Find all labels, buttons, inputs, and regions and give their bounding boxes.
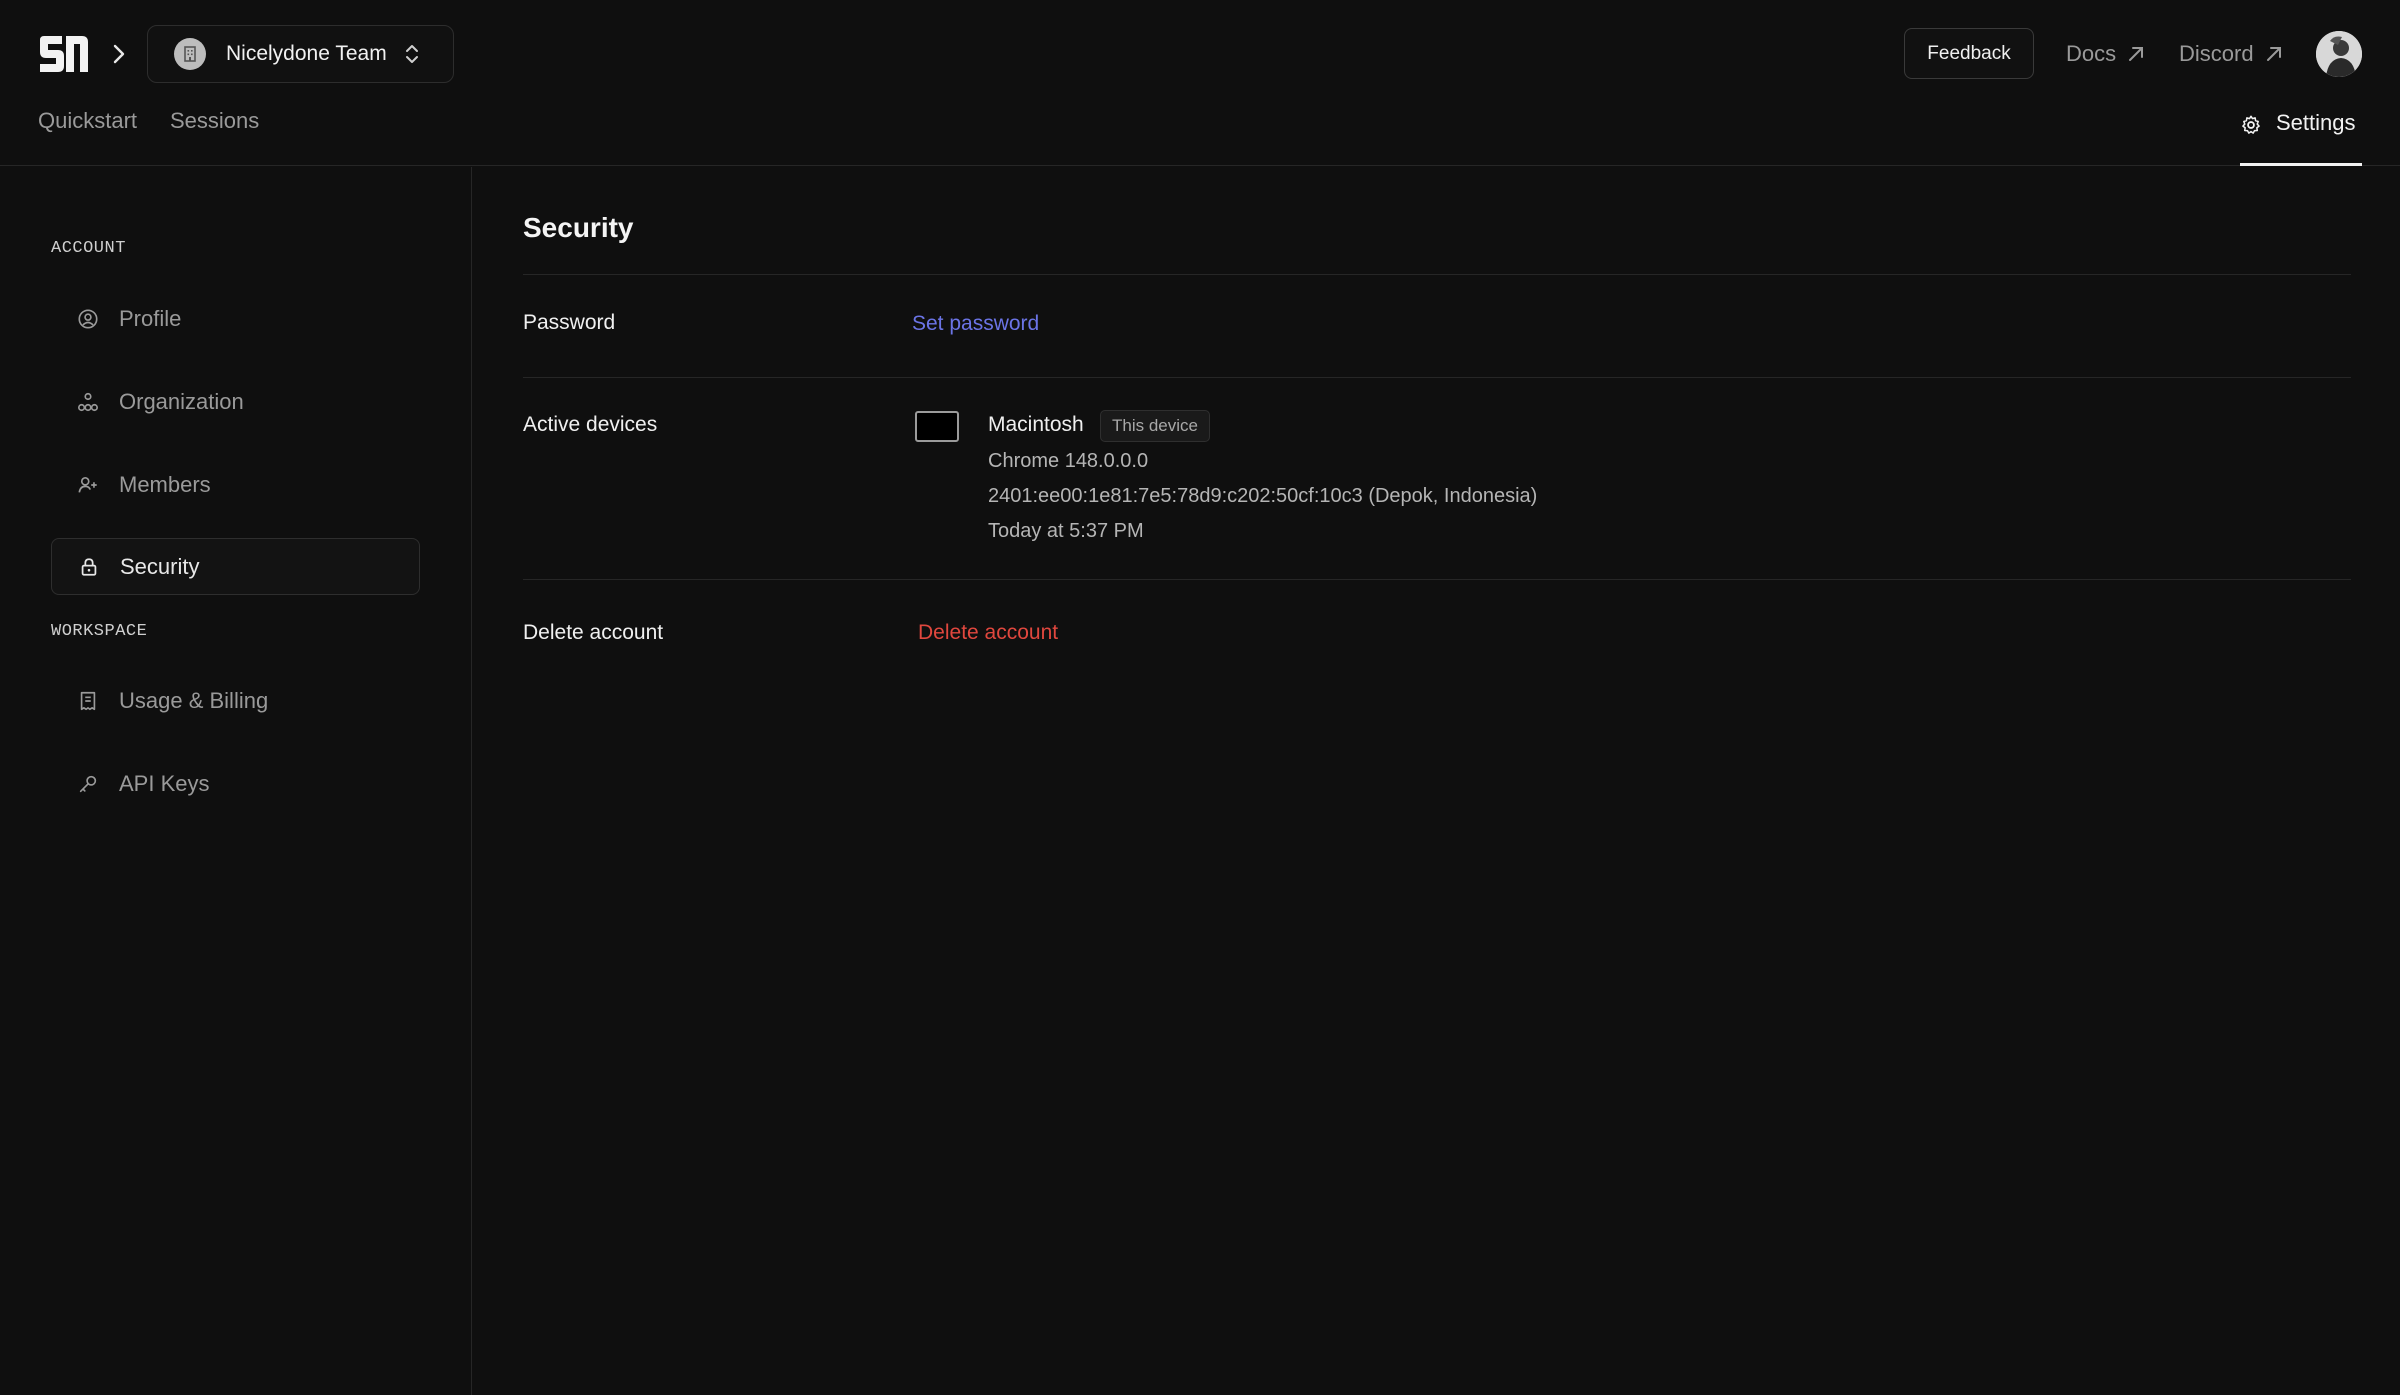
divider xyxy=(523,274,2351,275)
password-label: Password xyxy=(523,311,616,334)
sidebar-item-security[interactable]: Security xyxy=(51,538,420,595)
divider xyxy=(523,579,2351,580)
sidebar-item-label: API Keys xyxy=(119,770,210,796)
chevron-right-icon xyxy=(110,40,128,68)
discord-link[interactable]: Discord xyxy=(2179,38,2284,70)
organization-icon xyxy=(78,392,98,411)
device-browser: Chrome 148.0.0.0 xyxy=(988,450,1149,472)
sidebar-item-label: Members xyxy=(119,471,211,497)
sidebar-item-label: Organization xyxy=(119,388,244,414)
sidebar-item-usage-billing[interactable]: Usage & Billing xyxy=(51,672,420,729)
laptop-icon xyxy=(915,411,959,442)
discord-label: Discord xyxy=(2179,41,2254,66)
tab-quickstart[interactable]: Quickstart xyxy=(38,108,137,134)
section-title-account: ACCOUNT xyxy=(51,239,126,258)
delete-account-label: Delete account xyxy=(523,621,664,644)
divider xyxy=(523,377,2351,378)
user-avatar[interactable] xyxy=(2316,31,2362,77)
page-title: Security xyxy=(523,212,634,243)
sidebar-item-label: Profile xyxy=(119,305,182,331)
docs-label: Docs xyxy=(2066,41,2117,66)
app-logo[interactable] xyxy=(38,34,90,74)
team-switcher[interactable]: Nicelydone Team xyxy=(147,25,454,83)
user-circle-icon xyxy=(78,308,98,329)
device-ip-location: 2401:ee00:1e81:7e5:78d9:c202:50cf:10c3 (… xyxy=(988,485,1538,507)
tab-sessions[interactable]: Sessions xyxy=(170,108,259,134)
sidebar-item-label: Usage & Billing xyxy=(119,687,269,713)
delete-account-button[interactable]: Delete account xyxy=(918,621,1058,645)
chevron-up-down-icon xyxy=(405,45,418,63)
this-device-badge: This device xyxy=(1100,410,1210,442)
lock-icon xyxy=(81,557,97,576)
sidebar-item-api-keys[interactable]: API Keys xyxy=(51,755,420,812)
device-last-seen: Today at 5:37 PM xyxy=(988,520,1144,542)
team-name: Nicelydone Team xyxy=(226,42,387,65)
device-name: Macintosh xyxy=(988,413,1084,436)
sidebar-item-members[interactable]: Members xyxy=(51,456,420,513)
sidebar-item-profile[interactable]: Profile xyxy=(51,290,420,347)
tab-settings-label: Settings xyxy=(2276,110,2356,135)
sidebar-item-organization[interactable]: Organization xyxy=(51,373,420,430)
receipt-icon xyxy=(80,691,96,710)
active-devices-label: Active devices xyxy=(523,413,658,436)
settings-sidebar: ACCOUNT Profile Organization Members Sec… xyxy=(0,167,472,1395)
building-icon xyxy=(174,38,206,70)
arrow-up-right-icon xyxy=(2129,47,2144,61)
set-password-link[interactable]: Set password xyxy=(912,312,1039,336)
docs-link[interactable]: Docs xyxy=(2066,38,2146,70)
section-title-workspace: WORKSPACE xyxy=(51,622,148,641)
active-tab-indicator xyxy=(2240,163,2362,166)
sidebar-item-label: Security xyxy=(120,553,200,579)
top-bar: Nicelydone Team Feedback Docs Discord Qu… xyxy=(0,0,2400,166)
feedback-button[interactable]: Feedback xyxy=(1904,28,2034,79)
gear-icon xyxy=(2242,115,2260,134)
key-icon xyxy=(79,775,97,792)
user-plus-icon xyxy=(78,476,97,492)
arrow-up-right-icon xyxy=(2266,47,2281,61)
tab-settings[interactable]: Settings xyxy=(2240,104,2362,166)
